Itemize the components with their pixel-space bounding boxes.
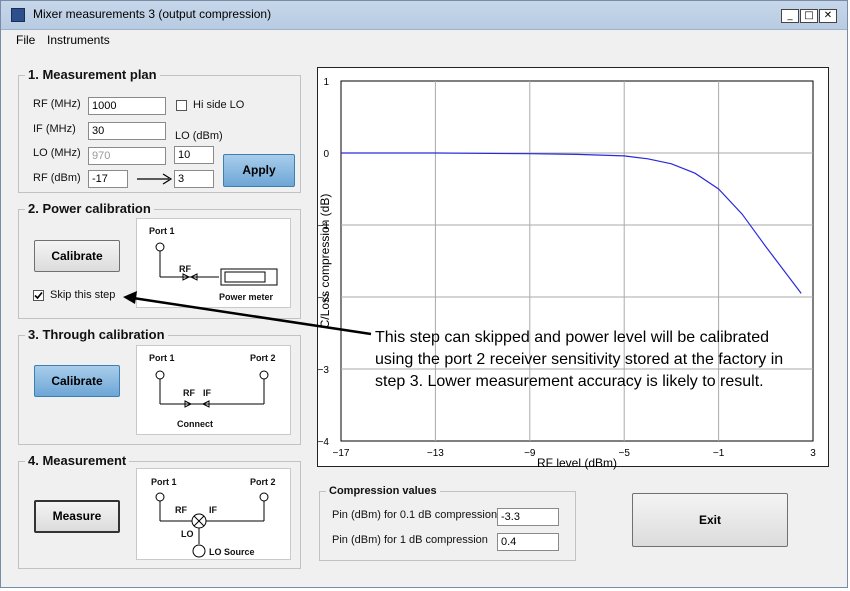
compression-1db-label: Pin (dBm) for 1 dB compression [332, 534, 488, 546]
compression-values-title: Compression values [326, 485, 440, 497]
compression-01db-value: -3.3 [497, 508, 559, 526]
x-tick-label: −13 [427, 448, 444, 459]
y-axis-label: C/Loss compression (dB) [318, 194, 332, 329]
annotation-text: This step can skipped and power level wi… [375, 329, 784, 390]
compression-1db-value: 0.4 [497, 533, 559, 551]
x-tick-label: −1 [713, 448, 725, 459]
x-tick-label: −17 [333, 448, 350, 459]
y-tick-label: −3 [318, 365, 330, 376]
y-tick-label: −4 [318, 437, 330, 448]
y-tick-label: 0 [323, 149, 329, 160]
y-tick-label: 1 [323, 77, 329, 88]
app-window: Mixer measurements 3 (output compression… [0, 0, 848, 588]
arrow-right-icon [137, 173, 173, 185]
exit-button[interactable]: Exit [632, 493, 788, 547]
x-tick-label: −5 [618, 448, 630, 459]
x-tick-label: −9 [524, 448, 536, 459]
x-axis-label: RF level (dBm) [537, 456, 617, 470]
x-tick-label: 3 [810, 448, 816, 459]
compression-01db-label: Pin (dBm) for 0.1 dB compression [332, 509, 498, 521]
